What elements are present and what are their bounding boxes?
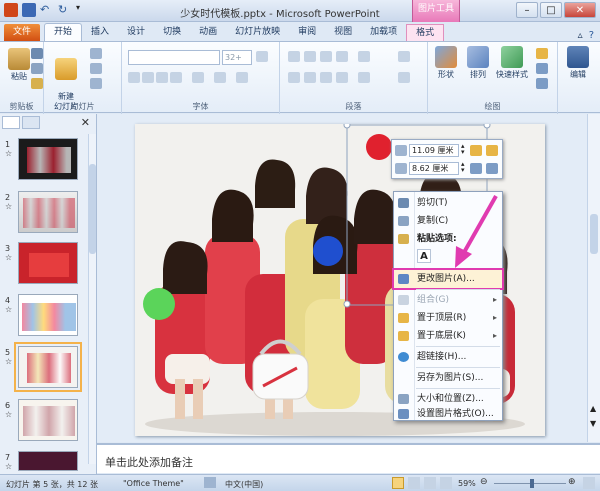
theme-name: "Office Theme": [123, 479, 184, 488]
annotation-arrow: [455, 195, 498, 268]
notes-placeholder[interactable]: 单击此处添加备注: [105, 454, 193, 470]
zoom-level[interactable]: 59%: [458, 479, 476, 488]
normal-view-icon[interactable]: [392, 477, 404, 489]
status-bar: 幻灯片 第 5 张，共 12 张 "Office Theme" 中文(中国) 5…: [0, 474, 600, 491]
zoom-slider-thumb[interactable]: [530, 479, 534, 488]
fit-to-window-icon[interactable]: [583, 477, 595, 489]
notes-pane[interactable]: 单击此处添加备注: [97, 443, 600, 473]
slide-sorter-icon[interactable]: [408, 477, 420, 489]
spell-check-icon[interactable]: [204, 477, 216, 488]
zoom-in-icon[interactable]: ⊕: [568, 477, 576, 487]
reading-view-icon[interactable]: [424, 477, 436, 489]
language-indicator[interactable]: 中文(中国): [225, 479, 263, 490]
zoom-out-icon[interactable]: ⊖: [480, 477, 488, 487]
slide-counter: 幻灯片 第 5 张，共 12 张: [6, 480, 98, 489]
slideshow-icon[interactable]: [440, 477, 452, 489]
